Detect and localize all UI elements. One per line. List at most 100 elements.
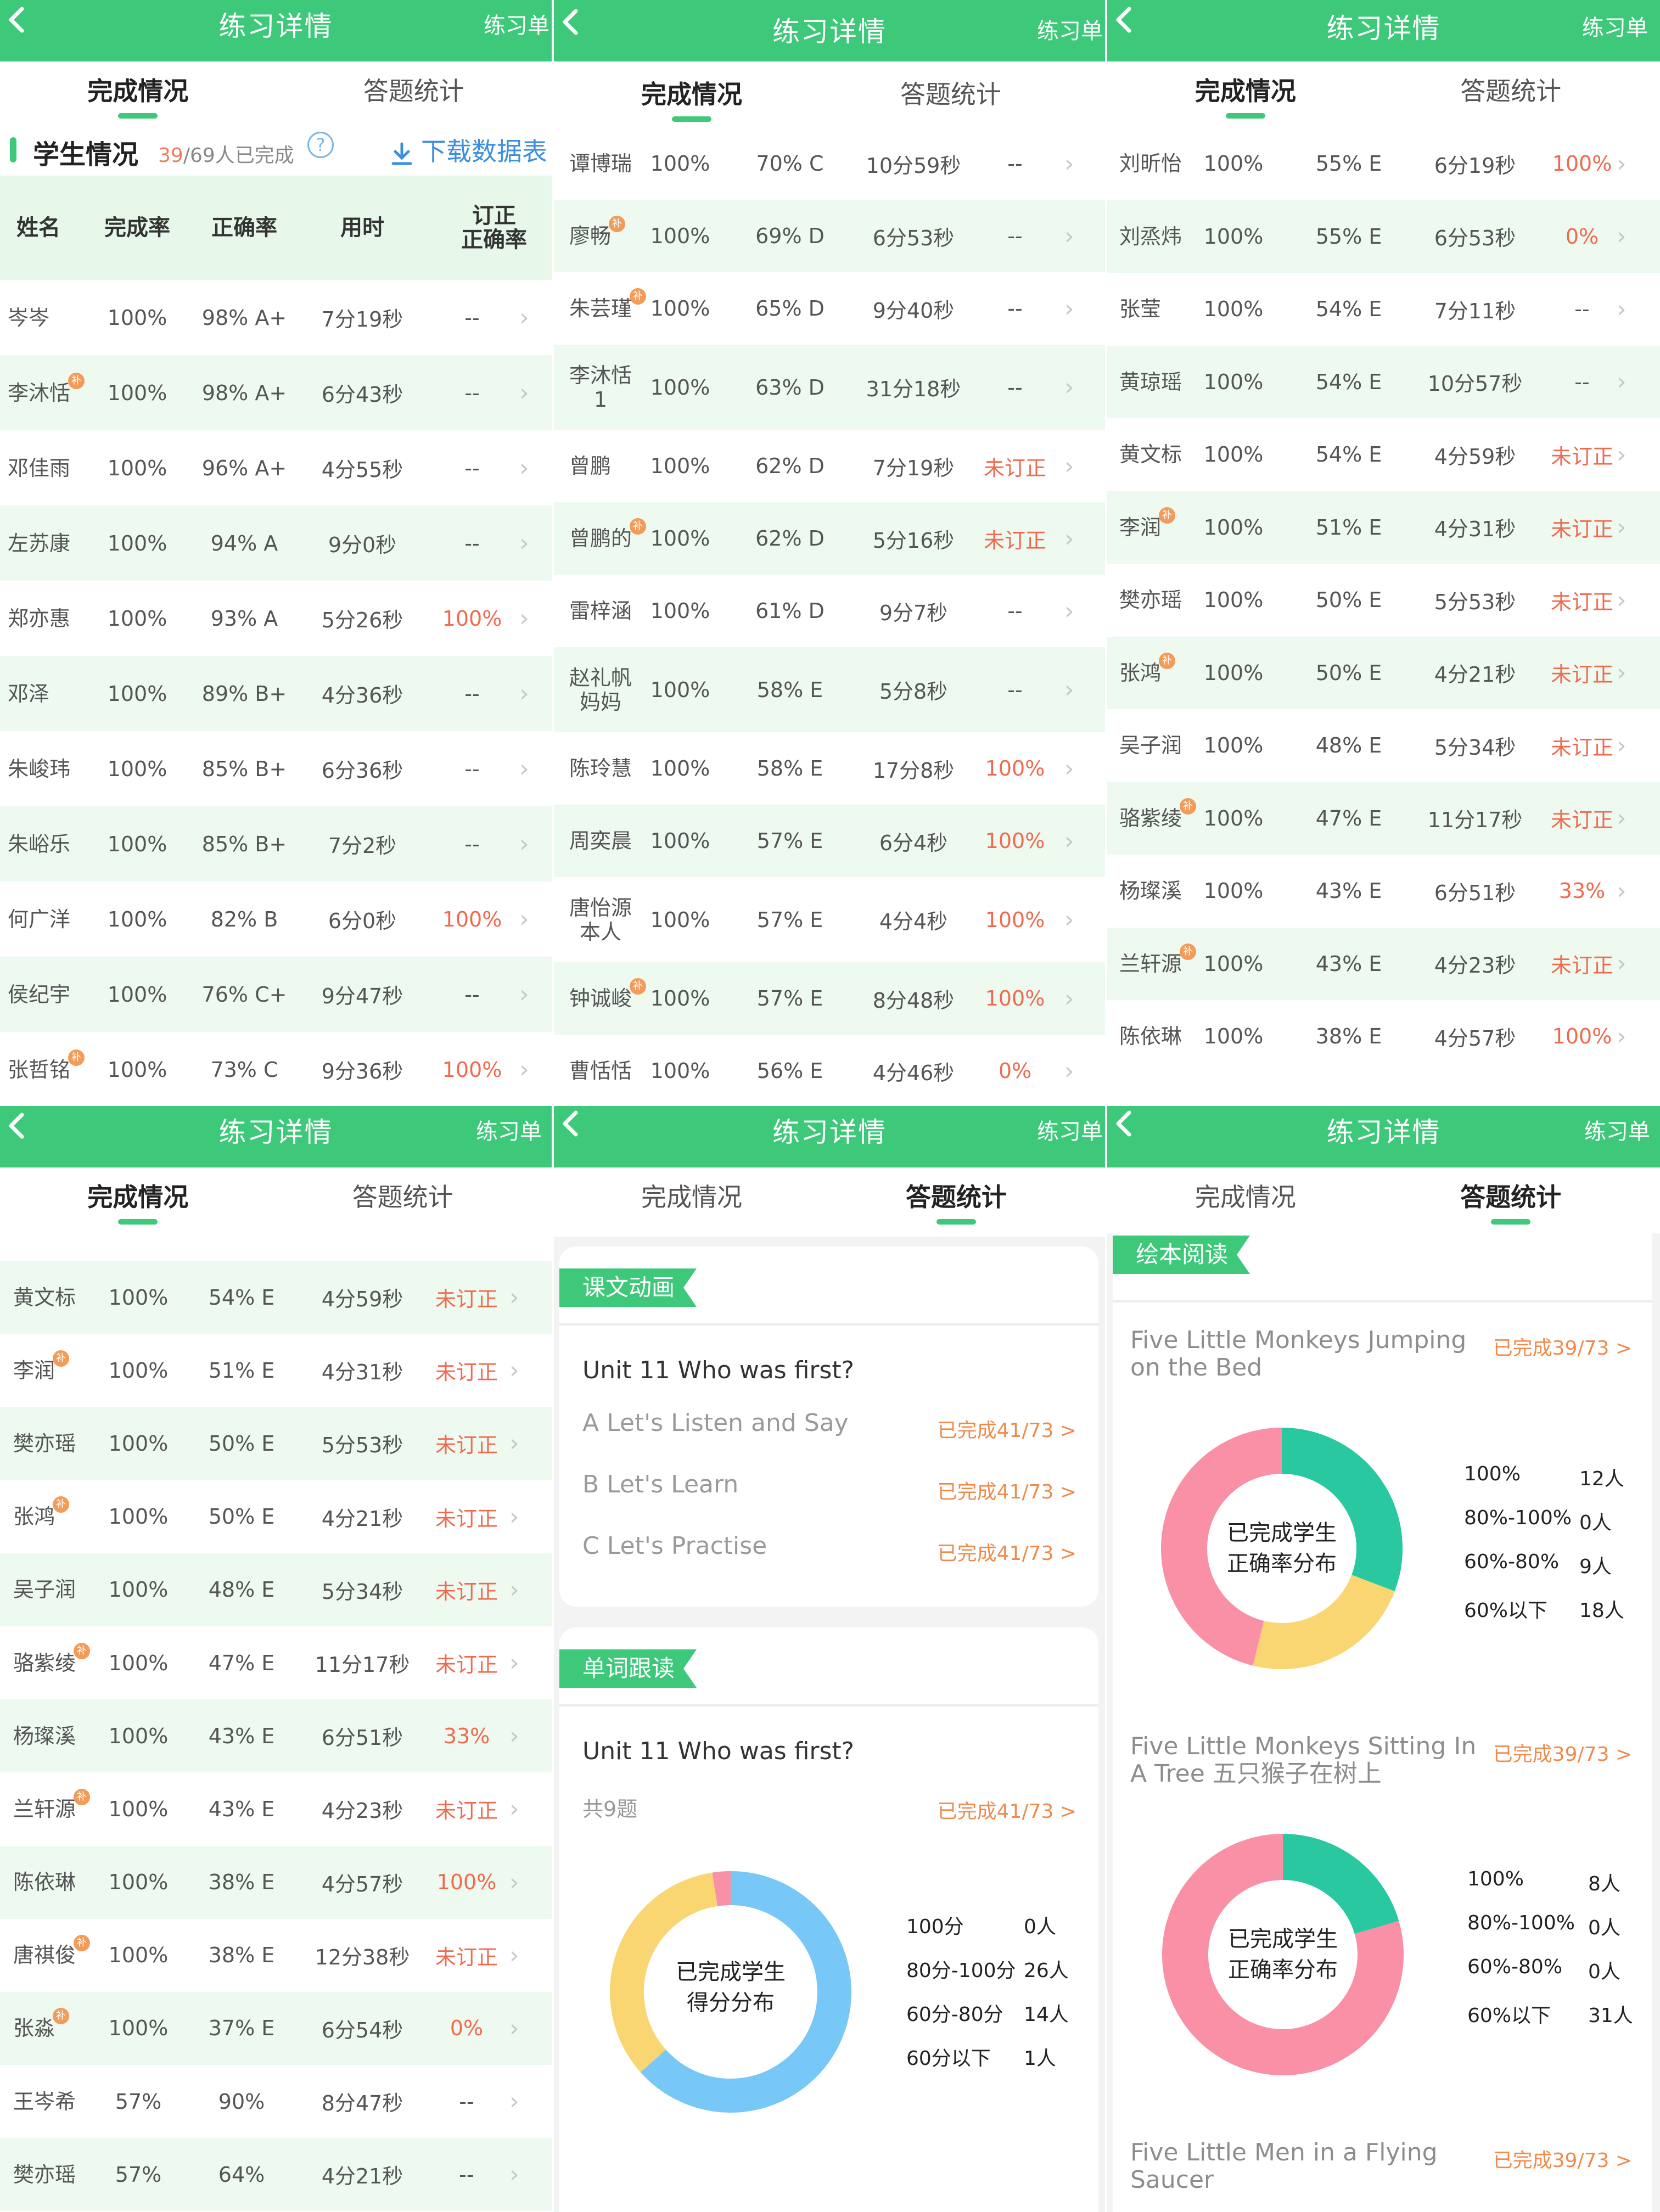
book-title[interactable]: Five Little Monkeys Sitting In A Tree 五只… bbox=[1130, 1733, 1493, 1788]
download-button[interactable]: 下载数据表 bbox=[391, 132, 547, 168]
chevron-right-icon[interactable]: › bbox=[509, 1626, 519, 1699]
lesson-item[interactable]: B Let's Learn bbox=[582, 1470, 738, 1498]
table-row[interactable]: 黄文标 100% 54% E 4分59秒 未订正 › bbox=[1107, 418, 1660, 491]
table-row[interactable]: 赵礼帆 妈妈 100% 58% E 5分8秒 -- › bbox=[554, 647, 1105, 732]
table-row[interactable]: 张淼补 100% 37% E 6分54秒 0% › bbox=[0, 1991, 552, 2065]
table-row[interactable]: 唐祺俊补 100% 38% E 12分38秒 未订正 › bbox=[0, 1919, 552, 1992]
table-row[interactable]: 郑亦惠 100% 93% A 5分26秒 100% › bbox=[0, 581, 552, 656]
book-title[interactable]: Five Little Men in a Flying Saucer bbox=[1130, 2139, 1493, 2194]
chevron-right-icon[interactable]: › bbox=[1064, 647, 1074, 732]
tab-completion[interactable]: 完成情况 bbox=[0, 71, 276, 119]
chevron-right-icon[interactable]: › bbox=[519, 1032, 529, 1106]
chevron-right-icon[interactable]: › bbox=[509, 1919, 519, 1992]
tab-stats[interactable]: 答题统计 bbox=[1372, 1177, 1649, 1225]
chevron-right-icon[interactable]: › bbox=[1617, 491, 1627, 564]
table-row[interactable]: 曾鹏的补 100% 62% D 5分16秒 未订正 › bbox=[554, 502, 1105, 575]
chevron-right-icon[interactable]: › bbox=[1064, 272, 1074, 345]
table-row[interactable]: 岑岑 100% 98% A+ 7分19秒 -- › bbox=[0, 280, 552, 355]
tab-stats[interactable]: 答题统计 bbox=[818, 1177, 1094, 1225]
tab-stats[interactable]: 答题统计 bbox=[276, 71, 552, 108]
chevron-right-icon[interactable]: › bbox=[519, 882, 529, 957]
chevron-right-icon[interactable]: › bbox=[509, 1553, 519, 1626]
practice-list-link[interactable]: 练习单 bbox=[1584, 1114, 1650, 1146]
chevron-right-icon[interactable]: › bbox=[509, 1480, 519, 1553]
table-row[interactable]: 张莹 100% 54% E 7分11秒 -- › bbox=[1107, 273, 1660, 346]
table-row[interactable]: 张鸿补 100% 50% E 4分21秒 未订正 › bbox=[0, 1480, 552, 1553]
chevron-right-icon[interactable]: › bbox=[509, 1699, 519, 1772]
chevron-right-icon[interactable]: › bbox=[1617, 855, 1627, 928]
table-row[interactable]: 朱峻玮 100% 85% B+ 6分36秒 -- › bbox=[0, 731, 552, 806]
table-row[interactable]: 樊亦瑶 100% 50% E 5分53秒 未订正 › bbox=[0, 1407, 552, 1480]
chevron-right-icon[interactable]: › bbox=[1064, 962, 1074, 1035]
help-icon[interactable]: ? bbox=[307, 132, 334, 158]
completion-status[interactable]: 已完成41/73 > bbox=[938, 1795, 1076, 1824]
table-row[interactable]: 骆紫绫补 100% 47% E 11分17秒 未订正 › bbox=[0, 1626, 552, 1699]
chevron-right-icon[interactable]: › bbox=[509, 1992, 519, 2065]
book-status[interactable]: 已完成39/73 > bbox=[1493, 1332, 1632, 1361]
table-row[interactable]: 雷梓涵 100% 61% D 9分7秒 -- › bbox=[554, 575, 1105, 647]
tab-completion[interactable]: 完成情况 bbox=[1107, 71, 1384, 119]
lesson-item[interactable]: C Let's Practise bbox=[582, 1532, 767, 1560]
chevron-right-icon[interactable]: › bbox=[509, 2065, 519, 2138]
chevron-right-icon[interactable]: › bbox=[1064, 430, 1074, 502]
chevron-right-icon[interactable]: › bbox=[1617, 637, 1627, 710]
chevron-right-icon[interactable]: › bbox=[1617, 564, 1627, 637]
table-row[interactable]: 吴子润 100% 48% E 5分34秒 未订正 › bbox=[1107, 709, 1660, 782]
chevron-right-icon[interactable]: › bbox=[1617, 928, 1627, 1001]
practice-list-link[interactable]: 练习单 bbox=[1037, 1114, 1103, 1146]
chevron-right-icon[interactable]: › bbox=[1064, 345, 1074, 430]
table-row[interactable]: 曹恬恬 100% 56% E 4分46秒 0% › bbox=[554, 1035, 1105, 1106]
chevron-right-icon[interactable]: › bbox=[519, 581, 529, 656]
chevron-right-icon[interactable]: › bbox=[1064, 805, 1074, 877]
chevron-right-icon[interactable]: › bbox=[1064, 877, 1074, 962]
lesson-status[interactable]: 已完成41/73 > bbox=[938, 1414, 1076, 1443]
chevron-right-icon[interactable]: › bbox=[509, 1334, 519, 1407]
chevron-right-icon[interactable]: › bbox=[1064, 200, 1074, 272]
table-row[interactable]: 兰轩源补 100% 43% E 4分23秒 未订正 › bbox=[1107, 927, 1660, 1001]
practice-list-link[interactable]: 练习单 bbox=[1037, 13, 1103, 45]
table-row[interactable]: 樊亦瑶 57% 64% 4分21秒 -- › bbox=[0, 2138, 552, 2211]
table-row[interactable]: 谭博瑞 100% 70% C 10分59秒 -- › bbox=[554, 127, 1105, 200]
chevron-right-icon[interactable]: › bbox=[519, 957, 529, 1032]
table-row[interactable]: 樊亦瑶 100% 50% E 5分53秒 未订正 › bbox=[1107, 564, 1660, 637]
chevron-right-icon[interactable]: › bbox=[1617, 346, 1627, 419]
chevron-right-icon[interactable]: › bbox=[1617, 1000, 1627, 1073]
table-row[interactable]: 朱芸瑾补 100% 65% D 9分40秒 -- › bbox=[554, 272, 1105, 345]
table-row[interactable]: 杨璨溪 100% 43% E 6分51秒 33% › bbox=[0, 1699, 552, 1773]
chevron-right-icon[interactable]: › bbox=[1064, 732, 1074, 805]
table-row[interactable]: 张鸿补 100% 50% E 4分21秒 未订正 › bbox=[1107, 636, 1660, 710]
practice-list-link[interactable]: 练习单 bbox=[484, 8, 549, 40]
table-row[interactable]: 兰轩源补 100% 43% E 4分23秒 未订正 › bbox=[0, 1772, 552, 1845]
table-row[interactable]: 何广洋 100% 82% B 6分0秒 100% › bbox=[0, 882, 552, 957]
table-row[interactable]: 陈依琳 100% 38% E 4分57秒 100% › bbox=[1107, 1000, 1660, 1073]
table-row[interactable]: 左苏康 100% 94% A 9分0秒 -- › bbox=[0, 506, 552, 581]
chevron-right-icon[interactable]: › bbox=[1617, 127, 1627, 200]
lesson-item[interactable]: A Let's Listen and Say bbox=[582, 1409, 849, 1437]
table-row[interactable]: 陈玲慧 100% 58% E 17分8秒 100% › bbox=[554, 732, 1105, 805]
chevron-right-icon[interactable]: › bbox=[519, 806, 529, 882]
table-row[interactable]: 黄琼瑶 100% 54% E 10分57秒 -- › bbox=[1107, 345, 1660, 419]
tab-completion[interactable]: 完成情况 bbox=[554, 1177, 829, 1214]
tab-stats[interactable]: 答题统计 bbox=[265, 1177, 541, 1214]
chevron-right-icon[interactable]: › bbox=[519, 731, 529, 806]
table-row[interactable]: 邓泽 100% 89% B+ 4分36秒 -- › bbox=[0, 656, 552, 731]
table-row[interactable]: 王岑希 57% 90% 8分47秒 -- › bbox=[0, 2065, 552, 2138]
chevron-right-icon[interactable]: › bbox=[1064, 502, 1074, 575]
table-row[interactable]: 杨璨溪 100% 43% E 6分51秒 33% › bbox=[1107, 855, 1660, 928]
tab-completion[interactable]: 完成情况 bbox=[1107, 1177, 1384, 1214]
chevron-right-icon[interactable]: › bbox=[1064, 575, 1074, 647]
chevron-right-icon[interactable]: › bbox=[1064, 1035, 1074, 1106]
lesson-status[interactable]: 已完成41/73 > bbox=[938, 1537, 1076, 1566]
table-row[interactable]: 刘烝炜 100% 55% E 6分53秒 0% › bbox=[1107, 200, 1660, 273]
tab-stats[interactable]: 答题统计 bbox=[1372, 71, 1649, 108]
chevron-right-icon[interactable]: › bbox=[509, 2138, 519, 2211]
chevron-right-icon[interactable]: › bbox=[509, 1407, 519, 1480]
chevron-right-icon[interactable]: › bbox=[1617, 782, 1627, 855]
table-row[interactable]: 李沐恬 1 100% 63% D 31分18秒 -- › bbox=[554, 345, 1105, 430]
table-row[interactable]: 张哲铭补 100% 73% C 9分36秒 100% › bbox=[0, 1032, 552, 1106]
table-row[interactable]: 吴子润 100% 48% E 5分34秒 未订正 › bbox=[0, 1553, 552, 1626]
table-row[interactable]: 黄文标 100% 54% E 4分59秒 未订正 › bbox=[0, 1261, 552, 1334]
table-row[interactable]: 李润补 100% 51% E 4分31秒 未订正 › bbox=[0, 1334, 552, 1407]
chevron-right-icon[interactable]: › bbox=[1617, 418, 1627, 491]
chevron-right-icon[interactable]: › bbox=[1617, 200, 1627, 273]
